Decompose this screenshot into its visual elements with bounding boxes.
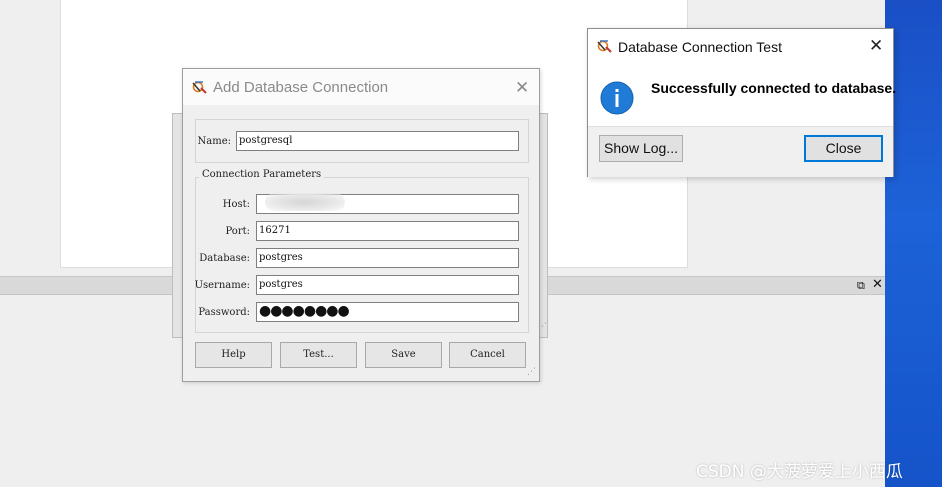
connection-parameters-legend: Connection Parameters [199,169,325,180]
success-message: Successfully connected to database. [651,80,897,96]
host-label: Host: [222,199,250,210]
port-input[interactable]: 16271 [256,221,519,241]
close-icon[interactable]: ✕ [515,78,529,98]
name-label: Name: [197,136,231,147]
password-input[interactable]: ●●●●●●●● [256,302,519,322]
test-button[interactable]: Test... [280,342,357,368]
show-log-button[interactable]: Show Log... [599,135,683,162]
app-logo-icon [192,81,207,94]
close-icon[interactable]: ✕ [869,36,883,56]
app-logo-icon [597,40,612,53]
password-label: Password: [198,307,250,318]
save-button[interactable]: Save [365,342,442,368]
help-button[interactable]: Help [195,342,272,368]
cancel-button[interactable]: Cancel [449,342,526,368]
resize-grip-icon[interactable]: ⋰ [527,367,536,377]
watermark: CSDN @大菠萝爱上小西瓜 [696,462,903,482]
name-input[interactable]: postgresql [236,131,519,151]
database-label: Database: [199,253,250,264]
add-database-connection-dialog: Add Database Connection ✕ Name: postgres… [182,68,540,382]
port-label: Port: [225,226,250,237]
redacted-host-mask [265,193,345,211]
close-button[interactable]: Close [804,135,883,162]
restore-icon[interactable]: ⧉ [857,279,865,293]
dialog-title: Add Database Connection [213,79,389,96]
database-input[interactable]: postgres [256,248,519,268]
info-icon [600,81,634,115]
connection-test-dialog: Database Connection Test ✕ Successfully … [587,28,897,177]
username-input[interactable]: postgres [256,275,519,295]
username-label: Username: [194,280,250,291]
dialog-title: Database Connection Test [618,39,782,55]
panel-close-icon[interactable]: ✕ [872,277,883,292]
